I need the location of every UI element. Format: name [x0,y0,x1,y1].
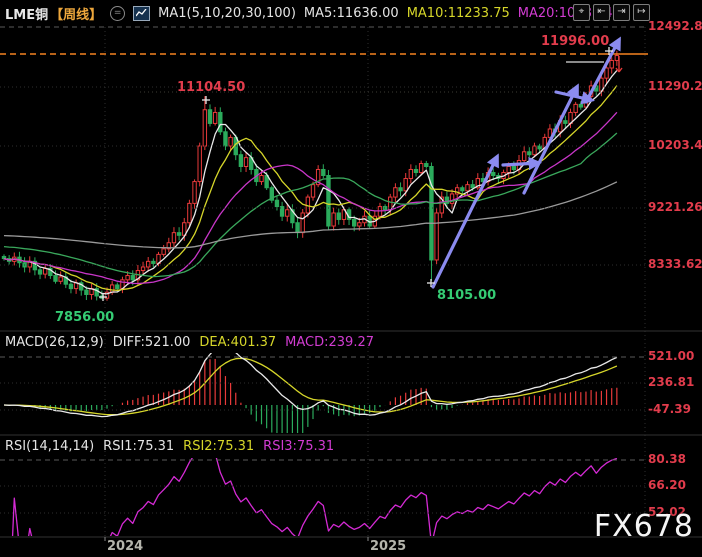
chart-toolbar: ⌖⇤⇥↦ [573,4,650,21]
zoom-y-icon[interactable]: ⇥ [613,4,630,21]
year-label: 2024 [107,539,143,554]
rsi-panel-header: RSI(14,14,14) RSI1:75.31 RSI2:75.31 RSI3… [5,439,334,454]
ma10-value-label: MA10:11233.75 [407,6,510,21]
price-label: 7856.00 [55,310,114,325]
rsi3-value-label: RSI3:75.31 [263,439,334,454]
price-label: 8105.00 [437,288,496,303]
axis-label: 9221.26 [648,200,702,214]
price-label: 11996.00 [541,34,609,49]
watermark: FX678 [594,509,694,544]
axis-label: -47.39 [648,402,702,416]
macd-panel-header: MACD(26,12,9) DIFF:521.00 DEA:401.37 MAC… [5,335,374,350]
axis-label: 66.20 [648,478,702,492]
macd-diff-label: DIFF:521.00 [113,335,191,350]
zoom-x-icon[interactable]: ⇤ [593,4,610,21]
link-icon[interactable]: = [110,6,125,21]
ma-settings-label: MA1(5,10,20,30,100) [158,6,296,21]
macd-dea-label: DEA:401.37 [199,335,276,350]
macd-params-label: MACD(26,12,9) [5,335,104,350]
crosshair-icon[interactable]: ⌖ [573,4,590,21]
symbol-label: LME铜 [5,4,48,23]
year-label: 2025 [370,539,406,554]
axis-label: 10203.44 [648,138,702,152]
price-label: 11104.50 [177,80,245,95]
trading-chart-app: LME铜 【周线】 = MA1(5,10,20,30,100) MA5:1163… [0,0,702,557]
pan-right-icon[interactable]: ↦ [633,4,650,21]
axis-label: 11290.24 [648,79,702,93]
ma5-value-label: MA5:11636.00 [304,6,399,21]
chart-type-icon[interactable] [133,6,150,21]
rsi-params-label: RSI(14,14,14) [5,439,94,454]
rsi1-value-label: RSI1:75.31 [103,439,174,454]
macd-value-label: MACD:239.27 [285,335,374,350]
rsi2-value-label: RSI2:75.31 [183,439,254,454]
axis-label: 80.38 [648,452,702,466]
price-chart-canvas[interactable] [0,0,702,557]
axis-label: 8333.62 [648,257,702,271]
axis-label: 521.00 [648,349,702,363]
axis-label: 236.81 [648,375,702,389]
timeframe-label: 【周线】 [50,4,102,23]
